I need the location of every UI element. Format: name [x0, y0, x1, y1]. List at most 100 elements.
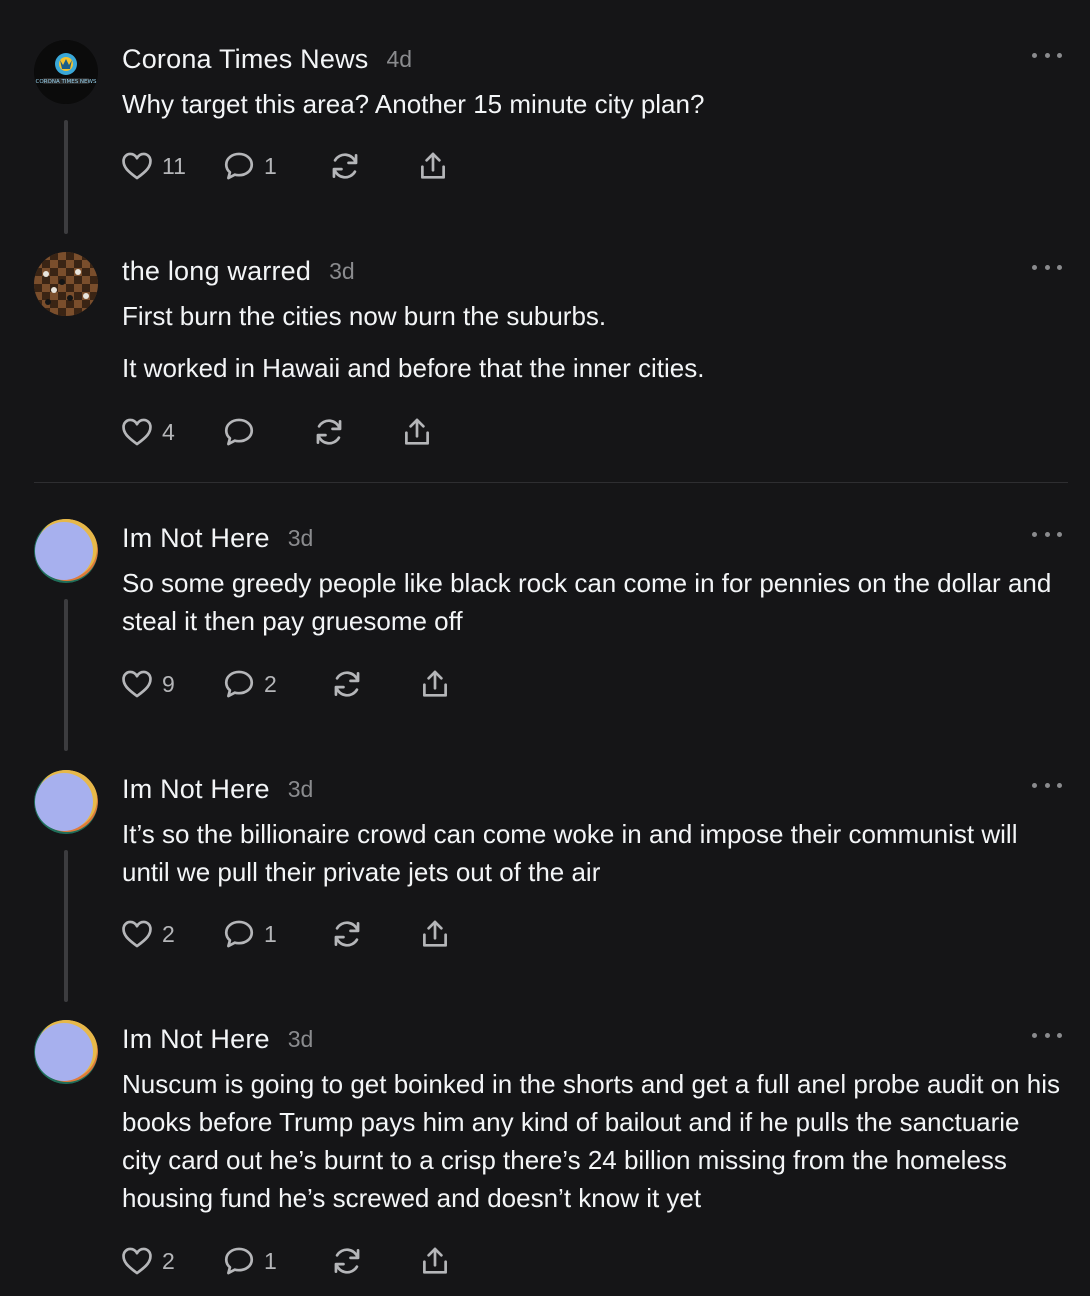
- timestamp: 3d: [287, 524, 314, 551]
- avatar-text: CORONA TIMES NEWS: [36, 79, 97, 85]
- post-header: Corona Times News 4d: [122, 40, 412, 78]
- like-count: 2: [162, 920, 175, 947]
- like-count: 9: [162, 670, 175, 697]
- like-button[interactable]: 9: [120, 667, 222, 701]
- avatar-image: [34, 1020, 98, 1084]
- share-button[interactable]: [416, 149, 450, 183]
- heart-icon: [122, 920, 152, 948]
- timestamp: 3d: [287, 1025, 314, 1052]
- repost-button[interactable]: [330, 667, 418, 701]
- post-body: So some greedy people like black rock ca…: [122, 564, 1062, 640]
- share-button[interactable]: [418, 917, 452, 951]
- username[interactable]: Im Not Here: [122, 523, 270, 554]
- post-text: First burn the cities now burn the subur…: [122, 301, 607, 331]
- repost-button[interactable]: [330, 917, 418, 951]
- share-button[interactable]: [418, 667, 452, 701]
- share-icon: [423, 1247, 447, 1274]
- like-button[interactable]: 2: [120, 917, 222, 951]
- share-button[interactable]: [400, 415, 434, 449]
- post-body: It’s so the billionaire crowd can come w…: [122, 815, 1062, 891]
- avatar-image: CORONA TIMES NEWS: [34, 40, 98, 104]
- username[interactable]: Corona Times News: [122, 44, 368, 75]
- reply-count: 1: [264, 152, 277, 179]
- avatar-image: [34, 519, 98, 583]
- post-header: Im Not Here 3d: [122, 519, 313, 557]
- thread-line: [64, 599, 68, 751]
- thread-line: [64, 850, 68, 1002]
- more-dots-icon[interactable]: [1032, 258, 1062, 276]
- more-dots-icon[interactable]: [1032, 525, 1062, 543]
- username[interactable]: the long warred: [122, 256, 311, 287]
- more-dots-icon[interactable]: [1032, 46, 1062, 64]
- repost-icon: [334, 1248, 360, 1274]
- chessboard-avatar[interactable]: [34, 252, 98, 316]
- abstract-gradient-avatar[interactable]: [34, 770, 98, 834]
- post-body: First burn the cities now burn the subur…: [122, 297, 1062, 387]
- timestamp: 3d: [329, 257, 355, 284]
- reply-count: 1: [264, 920, 277, 947]
- more-dots-icon[interactable]: [1032, 1026, 1062, 1044]
- avatar-image: [34, 252, 98, 316]
- share-icon: [421, 152, 445, 179]
- post-text: It worked in Hawaii and before that the …: [122, 353, 705, 383]
- abstract-gradient-avatar[interactable]: [34, 519, 98, 583]
- reply-button[interactable]: 1: [222, 149, 328, 183]
- post-body: Why target this area? Another 15 minute …: [122, 85, 1062, 123]
- post-body: Nuscum is going to get boinked in the sh…: [122, 1065, 1062, 1217]
- reply-button[interactable]: 1: [222, 917, 330, 951]
- post-text: Why target this area? Another 15 minute …: [122, 89, 705, 119]
- like-count: 11: [162, 152, 186, 179]
- action-bar: 4: [120, 412, 434, 452]
- avatar-image: [34, 770, 98, 834]
- post-text: It’s so the billionaire crowd can come w…: [122, 819, 1018, 887]
- like-button[interactable]: 2: [120, 1244, 222, 1278]
- post-header: Im Not Here 3d: [122, 1020, 313, 1058]
- repost-icon: [332, 153, 358, 179]
- post-header: the long warred 3d: [122, 252, 355, 290]
- heart-icon: [122, 152, 152, 180]
- heart-icon: [122, 670, 152, 698]
- username[interactable]: Im Not Here: [122, 774, 270, 805]
- post-text: So some greedy people like black rock ca…: [122, 568, 1052, 636]
- like-button[interactable]: 11: [120, 149, 222, 183]
- share-icon: [423, 670, 447, 697]
- thread-divider: [34, 482, 1068, 483]
- speech-bubble-icon: [224, 152, 254, 180]
- like-count: 4: [162, 418, 175, 445]
- post-text: Nuscum is going to get boinked in the sh…: [122, 1069, 1061, 1213]
- heart-icon: [122, 418, 152, 446]
- more-dots-icon[interactable]: [1032, 776, 1062, 794]
- thread-line: [64, 120, 68, 234]
- reply-button[interactable]: 2: [222, 667, 330, 701]
- repost-button[interactable]: [330, 1244, 418, 1278]
- speech-bubble-icon: [224, 1247, 254, 1275]
- share-button[interactable]: [418, 1244, 452, 1278]
- speech-bubble-icon: [224, 920, 254, 948]
- like-button[interactable]: 4: [120, 415, 222, 449]
- repost-icon: [316, 419, 342, 445]
- speech-bubble-icon: [224, 670, 254, 698]
- action-bar: 9 2: [120, 664, 452, 704]
- action-bar: 11 1: [120, 146, 450, 186]
- like-count: 2: [162, 1247, 175, 1274]
- reply-button[interactable]: 1: [222, 1244, 330, 1278]
- share-icon: [405, 418, 429, 445]
- post-header: Im Not Here 3d: [122, 770, 313, 808]
- corona-times-news-avatar[interactable]: CORONA TIMES NEWS: [34, 40, 98, 104]
- abstract-gradient-avatar[interactable]: [34, 1020, 98, 1084]
- repost-button[interactable]: [328, 149, 416, 183]
- repost-icon: [334, 671, 360, 697]
- username[interactable]: Im Not Here: [122, 1024, 270, 1055]
- speech-bubble-icon: [224, 418, 254, 446]
- action-bar: 2 1: [120, 914, 452, 954]
- repost-button[interactable]: [312, 415, 400, 449]
- reply-button[interactable]: [222, 415, 312, 449]
- heart-icon: [122, 1247, 152, 1275]
- reply-count: 2: [264, 670, 277, 697]
- repost-icon: [334, 921, 360, 947]
- timestamp: 3d: [287, 775, 314, 802]
- action-bar: 2 1: [120, 1241, 452, 1281]
- reply-count: 1: [264, 1247, 277, 1274]
- timestamp: 4d: [386, 45, 413, 72]
- thread-view: CORONA TIMES NEWS Corona Times News 4d W…: [0, 0, 1090, 1296]
